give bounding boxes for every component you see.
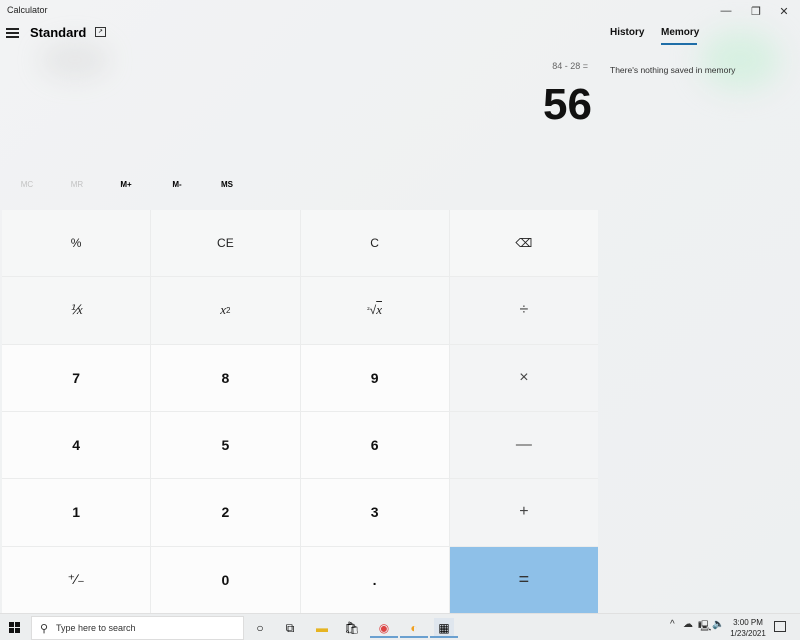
clock[interactable]: 3:00 PM 1/23/2021	[726, 617, 770, 639]
negate-button[interactable]: ⁺∕₋	[2, 546, 151, 613]
reciprocal-button[interactable]: ⅟x	[2, 277, 151, 344]
digit-0-button[interactable]: 0	[151, 546, 300, 613]
clear-button[interactable]: C	[300, 210, 449, 277]
taskbar-search-input[interactable]: ⚲ Type here to search	[31, 616, 244, 640]
digit-4-button[interactable]: 4	[2, 412, 151, 479]
keep-on-top-icon[interactable]: ↗	[95, 27, 106, 37]
digit-5-button[interactable]: 5	[151, 412, 300, 479]
show-hidden-icons[interactable]: ^	[670, 619, 675, 630]
background-blur	[40, 40, 110, 80]
side-panel: History Memory There's nothing saved in …	[600, 22, 800, 613]
digit-3-button[interactable]: 3	[300, 479, 449, 546]
square-button[interactable]: x2	[151, 277, 300, 344]
memory-bar: MC MR M+ M- MS	[0, 180, 260, 196]
app-title: Calculator	[7, 5, 48, 15]
active-tab-indicator	[661, 43, 697, 45]
task-view-icon[interactable]: ⧉	[280, 618, 300, 638]
clear-entry-button[interactable]: CE	[151, 210, 300, 277]
result-display: 56	[543, 80, 592, 129]
search-placeholder: Type here to search	[56, 623, 136, 633]
digit-7-button[interactable]: 7	[2, 344, 151, 411]
subtract-button[interactable]: —	[449, 412, 598, 479]
search-icon: ⚲	[40, 623, 49, 635]
edge-icon[interactable]: ◐	[400, 618, 428, 638]
digit-6-button[interactable]: 6	[300, 412, 449, 479]
mode-title: Standard	[30, 25, 87, 40]
reciprocal-label: ⅟x	[69, 302, 83, 318]
add-button[interactable]: +	[449, 479, 598, 546]
title-bar: Calculator — ❐ ✕	[0, 0, 800, 22]
calculator-icon[interactable]: ▦	[430, 618, 458, 638]
time: 3:00 PM	[733, 618, 763, 627]
tab-memory[interactable]: Memory	[661, 27, 699, 38]
volume-icon[interactable]: 🔈	[712, 619, 724, 630]
taskbar: ⚲ Type here to search ○ ⧉ ▬ 🛍 ◉ ◐ ▦ ^ ☁ …	[0, 613, 800, 640]
square-exponent: 2	[226, 305, 231, 315]
minimize-icon: —	[720, 5, 732, 17]
active-indicator	[400, 636, 428, 638]
cortana-icon[interactable]: ○	[250, 618, 270, 638]
digit-1-button[interactable]: 1	[2, 479, 151, 546]
multiply-button[interactable]: ×	[449, 344, 598, 411]
windows-start-icon[interactable]	[9, 622, 20, 633]
decimal-button[interactable]: .	[300, 546, 449, 613]
active-indicator	[370, 636, 398, 638]
divide-button[interactable]: ÷	[449, 277, 598, 344]
memory-recall-button[interactable]: MR	[57, 180, 97, 189]
percent-button[interactable]: %	[2, 210, 151, 277]
calculator-window: Calculator — ❐ ✕ Standard ↗ 84 - 28 = 56…	[0, 0, 800, 613]
chrome-icon[interactable]: ◉	[370, 618, 398, 638]
memory-subtract-button[interactable]: M-	[157, 180, 197, 189]
digit-8-button[interactable]: 8	[151, 344, 300, 411]
date: 1/23/2021	[730, 629, 766, 638]
hamburger-icon[interactable]	[6, 28, 19, 38]
equals-button[interactable]: =	[449, 546, 598, 613]
notification-icon[interactable]	[774, 621, 786, 632]
store-icon[interactable]: 🛍	[342, 618, 362, 638]
backspace-button[interactable]: ⌫	[449, 210, 598, 277]
active-indicator	[430, 636, 458, 638]
file-explorer-icon[interactable]: ▬	[312, 618, 332, 638]
tab-history[interactable]: History	[610, 27, 644, 38]
memory-empty-message: There's nothing saved in memory	[610, 65, 736, 75]
onedrive-icon[interactable]: ☁	[683, 619, 693, 630]
root-var: x	[376, 302, 382, 318]
expression-display: 84 - 28 =	[552, 61, 588, 71]
memory-add-button[interactable]: M+	[106, 180, 146, 189]
restore-icon: ❐	[751, 5, 761, 18]
memory-store-button[interactable]: MS	[207, 180, 247, 189]
digit-9-button[interactable]: 9	[300, 344, 449, 411]
close-icon: ✕	[779, 5, 789, 18]
memory-clear-button[interactable]: MC	[7, 180, 47, 189]
minimize-button[interactable]: —	[710, 0, 742, 22]
keypad: % CE C ⌫ ⅟x x2 ² √ x ÷ 7 8 9 × 4 5 6 — 1 2…	[2, 210, 598, 613]
network-icon[interactable]: 🖳	[698, 619, 711, 636]
backspace-icon: ⌫	[515, 236, 533, 251]
digit-2-button[interactable]: 2	[151, 479, 300, 546]
square-root-button[interactable]: ² √ x	[300, 277, 449, 344]
close-button[interactable]: ✕	[768, 0, 800, 22]
